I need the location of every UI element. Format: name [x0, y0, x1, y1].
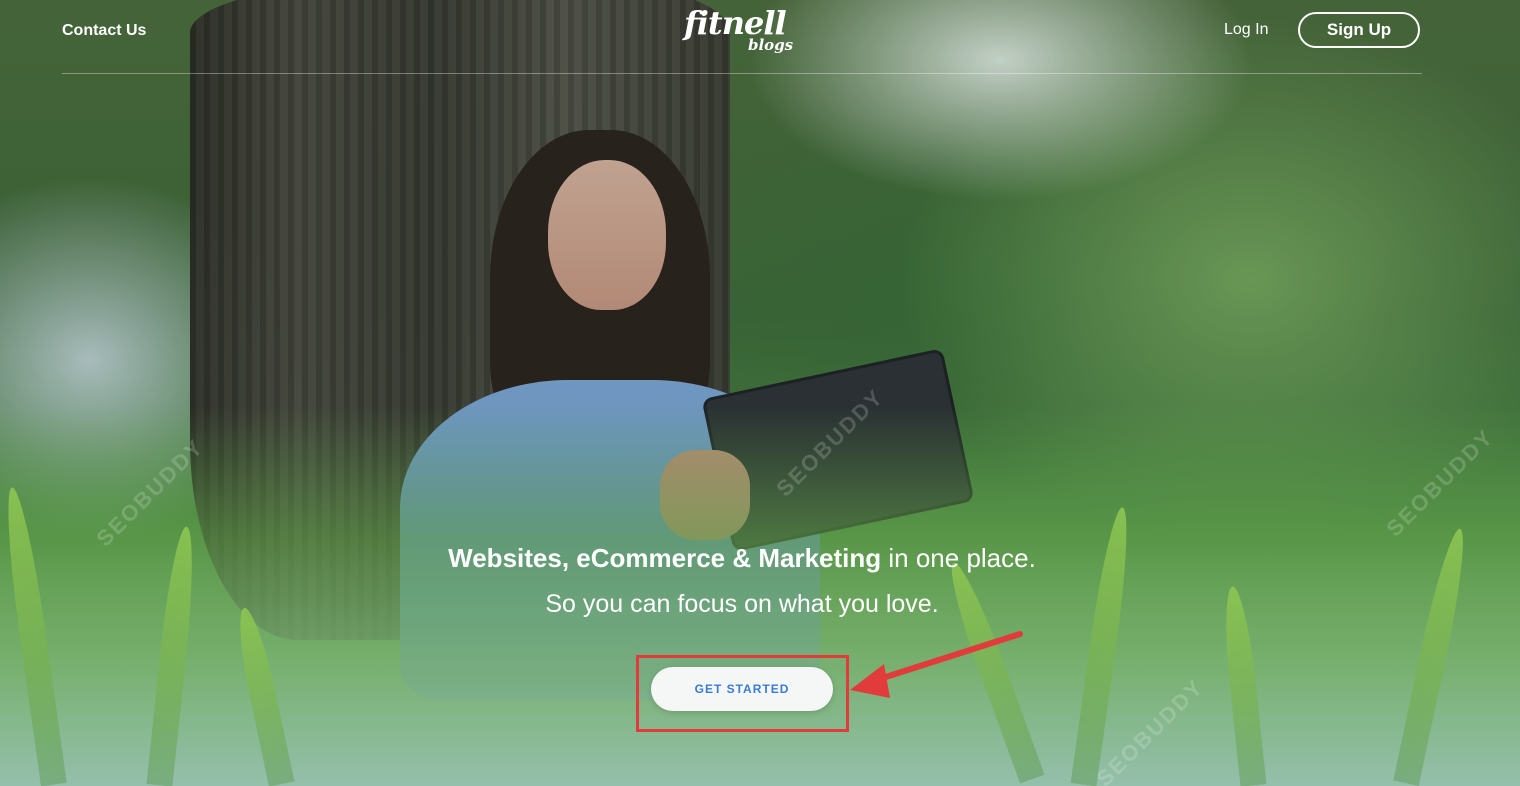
- headline-rest: in one place.: [881, 543, 1036, 573]
- hero-subheadline: So you can focus on what you love.: [545, 590, 939, 618]
- headline-strong: Websites, eCommerce & Marketing: [448, 543, 882, 573]
- logo-sub-text: blogs: [748, 36, 794, 54]
- get-started-button[interactable]: GET STARTED: [651, 667, 833, 711]
- landing-page: SEOBUDDY SEOBUDDY SEOBUDDY SEOBUDDY Cont…: [0, 0, 1520, 786]
- site-header: Contact Us fitnell blogs Log In Sign Up: [62, 0, 1422, 74]
- log-in-link[interactable]: Log In: [1224, 21, 1268, 39]
- fitnell-blogs-logo[interactable]: fitnell blogs: [684, 4, 804, 60]
- red-arrow-icon: [850, 631, 1023, 698]
- contact-us-link[interactable]: Contact Us: [62, 22, 146, 40]
- hero-headline: Websites, eCommerce & Marketing in one p…: [0, 543, 1484, 574]
- sign-up-button[interactable]: Sign Up: [1298, 12, 1420, 48]
